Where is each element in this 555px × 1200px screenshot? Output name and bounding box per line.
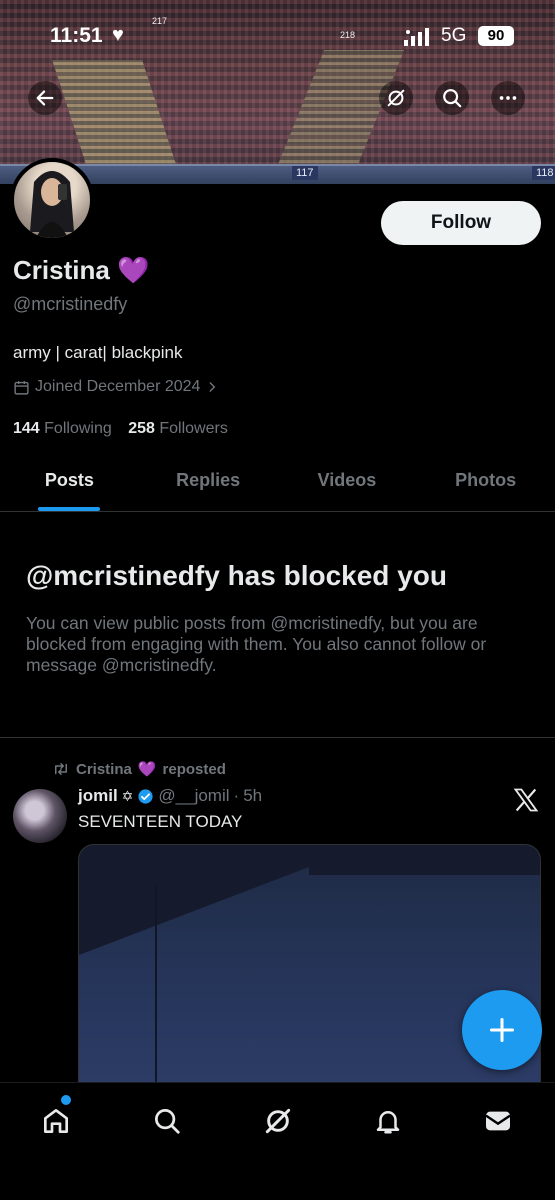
tab-posts[interactable]: Posts bbox=[0, 454, 139, 511]
post-header: jomil ✡ @__jomil · 5h bbox=[78, 786, 262, 806]
following-count: 144 bbox=[13, 420, 40, 437]
post-author-avatar[interactable] bbox=[13, 789, 67, 843]
post-text: SEVENTEEN TODAY bbox=[78, 812, 243, 831]
grok-button[interactable] bbox=[379, 81, 413, 115]
nav-search[interactable] bbox=[147, 1101, 187, 1141]
nav-grok[interactable] bbox=[258, 1101, 298, 1141]
status-time: 11:51 bbox=[50, 24, 103, 47]
followers-link[interactable]: 258 Followers bbox=[128, 420, 228, 437]
bottom-navigation bbox=[0, 1082, 555, 1200]
signal-icon bbox=[404, 28, 429, 46]
battery-level: 90 bbox=[478, 26, 514, 46]
back-arrow-icon bbox=[36, 90, 54, 106]
grok-icon bbox=[265, 1108, 291, 1134]
following-link[interactable]: 144 Following bbox=[13, 420, 116, 437]
post-author-name[interactable]: jomil bbox=[78, 786, 118, 806]
notification-dot bbox=[61, 1095, 71, 1105]
blocked-title: @mcristinedfy has blocked you bbox=[26, 560, 447, 591]
purple-heart-emoji: 💜 bbox=[117, 255, 150, 285]
calendar-icon bbox=[14, 380, 29, 395]
tab-photos[interactable]: Photos bbox=[416, 454, 555, 511]
tab-label: Photos bbox=[455, 470, 517, 490]
more-horizontal-icon bbox=[499, 96, 517, 100]
post-author-handle: @__jomil bbox=[158, 786, 230, 805]
profile-bio: army | carat| blackpink bbox=[13, 343, 183, 362]
joined-text: Joined December 2024 bbox=[35, 378, 201, 395]
search-icon bbox=[443, 89, 462, 108]
tab-label: Posts bbox=[44, 470, 94, 490]
followers-count: 258 bbox=[128, 420, 155, 437]
repost-name: Cristina bbox=[76, 760, 132, 778]
profile-name-text: Cristina bbox=[13, 255, 110, 285]
network-type: 5G bbox=[441, 25, 467, 46]
tab-label: Replies bbox=[176, 470, 241, 490]
grok-icon bbox=[387, 89, 405, 107]
profile-name: Cristina 💜 bbox=[13, 255, 149, 286]
more-options-button[interactable] bbox=[491, 81, 525, 115]
author-symbol: ✡ bbox=[121, 787, 134, 804]
tab-replies[interactable]: Replies bbox=[139, 454, 278, 511]
avatar-image bbox=[30, 171, 74, 238]
status-bar: 11:51 ♥ 5G 90 bbox=[0, 22, 555, 52]
followers-label: Followers bbox=[159, 420, 228, 437]
x-logo-icon bbox=[513, 788, 539, 812]
repost-indicator[interactable]: Cristina 💜 reposted bbox=[52, 760, 226, 778]
repost-icon bbox=[55, 763, 67, 775]
media-shape bbox=[309, 845, 540, 875]
active-tab-indicator bbox=[38, 507, 101, 511]
tab-label: Videos bbox=[317, 470, 377, 490]
home-icon bbox=[44, 1109, 68, 1133]
repost-label: reposted bbox=[162, 760, 226, 778]
divider bbox=[0, 737, 555, 738]
purple-heart-emoji: 💜 bbox=[137, 761, 157, 778]
nav-home[interactable] bbox=[36, 1101, 76, 1141]
blocked-message: You can view public posts from @mcristin… bbox=[26, 613, 487, 675]
envelope-icon bbox=[485, 1111, 511, 1131]
profile-tabs: Posts Replies Videos Photos bbox=[0, 454, 555, 512]
media-line bbox=[155, 885, 157, 1083]
nav-messages[interactable] bbox=[478, 1101, 518, 1141]
nav-notifications[interactable] bbox=[368, 1101, 408, 1141]
chevron-right-icon bbox=[209, 382, 216, 392]
banner-stairs bbox=[52, 60, 178, 170]
following-label: Following bbox=[44, 420, 112, 437]
banner-section-label: 118 bbox=[532, 166, 555, 180]
joined-date[interactable]: Joined December 2024 bbox=[13, 378, 219, 396]
bell-icon bbox=[376, 1111, 400, 1134]
profile-avatar[interactable] bbox=[10, 158, 94, 242]
banner-section-label: 117 bbox=[292, 166, 318, 180]
search-icon bbox=[155, 1109, 180, 1134]
follow-counts: 144 Following 258 Followers bbox=[13, 420, 240, 438]
post-separator: · bbox=[233, 786, 240, 805]
verified-badge-icon bbox=[138, 788, 153, 804]
profile-handle: @mcristinedfy bbox=[13, 294, 128, 314]
follow-button[interactable]: Follow bbox=[381, 201, 541, 245]
tab-videos[interactable]: Videos bbox=[278, 454, 417, 511]
search-button[interactable] bbox=[435, 81, 469, 115]
back-button[interactable] bbox=[28, 81, 62, 115]
post-time: 5h bbox=[243, 786, 263, 805]
media-shape bbox=[79, 845, 309, 955]
compose-button[interactable] bbox=[462, 990, 542, 1070]
plus-icon bbox=[489, 1017, 515, 1043]
heart-icon: ♥ bbox=[112, 24, 124, 46]
